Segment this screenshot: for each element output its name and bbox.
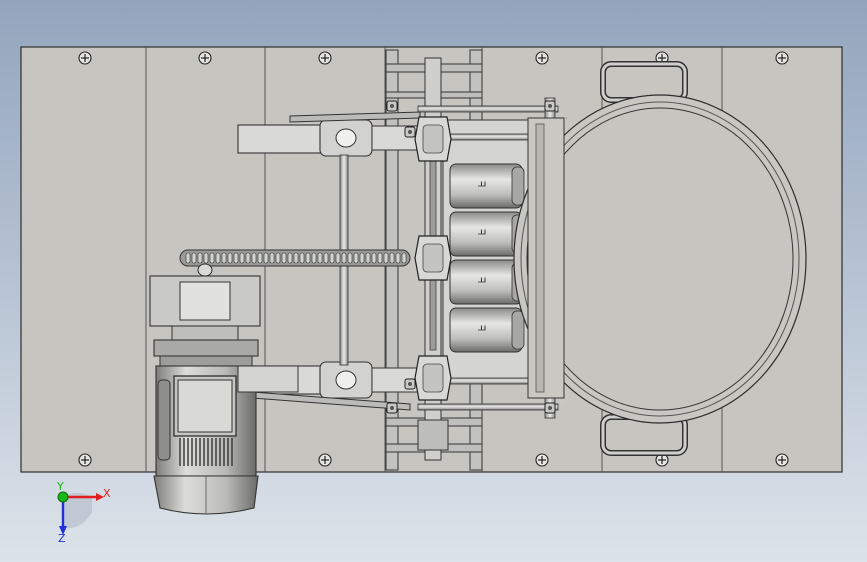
motor-side-bump: [157, 379, 171, 461]
screw-icon: [78, 453, 92, 467]
chain-link: [359, 252, 365, 264]
chain-link: [269, 252, 275, 264]
screw-icon: [535, 51, 549, 65]
chain-link: [401, 252, 407, 264]
chain-link: [347, 252, 353, 264]
roller-marking: ᖷ: [475, 325, 486, 331]
chain-link: [251, 252, 257, 264]
bottom-arm-bearing: [335, 370, 357, 390]
chain-link: [323, 252, 329, 264]
chain-link: [257, 252, 263, 264]
screw-icon: [775, 51, 789, 65]
chain-link: [353, 252, 359, 264]
chain-link: [383, 252, 389, 264]
chain-link: [293, 252, 299, 264]
drum-mount-bar: [527, 117, 565, 399]
tie-rod-top: [417, 105, 559, 113]
chain-link: [299, 252, 305, 264]
roller-marking: ᖷ: [475, 229, 486, 235]
chain-link: [365, 252, 371, 264]
chain-sprocket: [197, 263, 213, 277]
tie-rod-bottom-2: [417, 403, 559, 411]
screw-icon: [78, 51, 92, 65]
cad-viewport[interactable]: ᖷ ᖷ ᖷ ᖷ X Y Z: [0, 0, 867, 562]
drum-mount-bar-inner: [535, 123, 545, 393]
chain-link: [233, 252, 239, 264]
hex-nut-icon: [544, 402, 556, 414]
chain-link: [245, 252, 251, 264]
motor-terminal-cover: [177, 379, 233, 433]
motor-bracket: [237, 365, 299, 393]
chain-link: [287, 252, 293, 264]
chain-link: [185, 252, 191, 264]
y-axis-label: Y: [56, 480, 64, 493]
roller-cylinder: ᖷ: [449, 259, 525, 305]
y-axis-ball: [57, 491, 69, 503]
roller-marking: ᖷ: [475, 277, 486, 283]
gearbox-center: [179, 281, 231, 321]
chain-link: [209, 252, 215, 264]
hex-coupling-node: [414, 355, 452, 401]
roller-cylinder: ᖷ: [449, 211, 525, 257]
screw-icon: [535, 453, 549, 467]
chain-link: [239, 252, 245, 264]
screw-icon: [775, 453, 789, 467]
chain-link: [389, 252, 395, 264]
chain-link: [281, 252, 287, 264]
top-arm-bearing: [335, 128, 357, 148]
chain-link: [311, 252, 317, 264]
roller-marking: ᖷ: [475, 181, 486, 187]
screw-icon: [318, 51, 332, 65]
chain-link: [377, 252, 383, 264]
hex-nut-icon: [404, 126, 416, 138]
motor-flange: [153, 339, 259, 357]
roller-cylinder: ᖷ: [449, 163, 525, 209]
chain-link: [227, 252, 233, 264]
chain-link: [329, 252, 335, 264]
chain-link: [203, 252, 209, 264]
chain-link: [275, 252, 281, 264]
x-axis-label: X: [103, 487, 111, 500]
hex-coupling-node: [414, 235, 452, 281]
roller-cylinder: ᖷ: [449, 307, 525, 353]
hex-nut-icon: [386, 402, 398, 414]
chain-link: [371, 252, 377, 264]
chain-link: [305, 252, 311, 264]
hex-coupling-node: [414, 116, 452, 162]
drum-face: [526, 107, 794, 411]
motor-flange-ring: [159, 355, 253, 367]
hex-nut-icon: [544, 100, 556, 112]
post-bottom-block: [417, 419, 449, 451]
chain-link: [197, 252, 203, 264]
chain-link: [221, 252, 227, 264]
chain-link: [335, 252, 341, 264]
axis-triad[interactable]: X Y Z: [56, 480, 111, 545]
hex-nut-icon: [386, 100, 398, 112]
chain-link: [191, 252, 197, 264]
hex-nut-icon: [404, 378, 416, 390]
chain-link: [215, 252, 221, 264]
chain-link: [395, 252, 401, 264]
screw-icon: [318, 453, 332, 467]
screw-icon: [198, 51, 212, 65]
chain-link: [341, 252, 347, 264]
chain-link: [263, 252, 269, 264]
gearbox-mount: [171, 325, 239, 341]
chain-link: [317, 252, 323, 264]
z-axis-label: Z: [58, 532, 66, 545]
